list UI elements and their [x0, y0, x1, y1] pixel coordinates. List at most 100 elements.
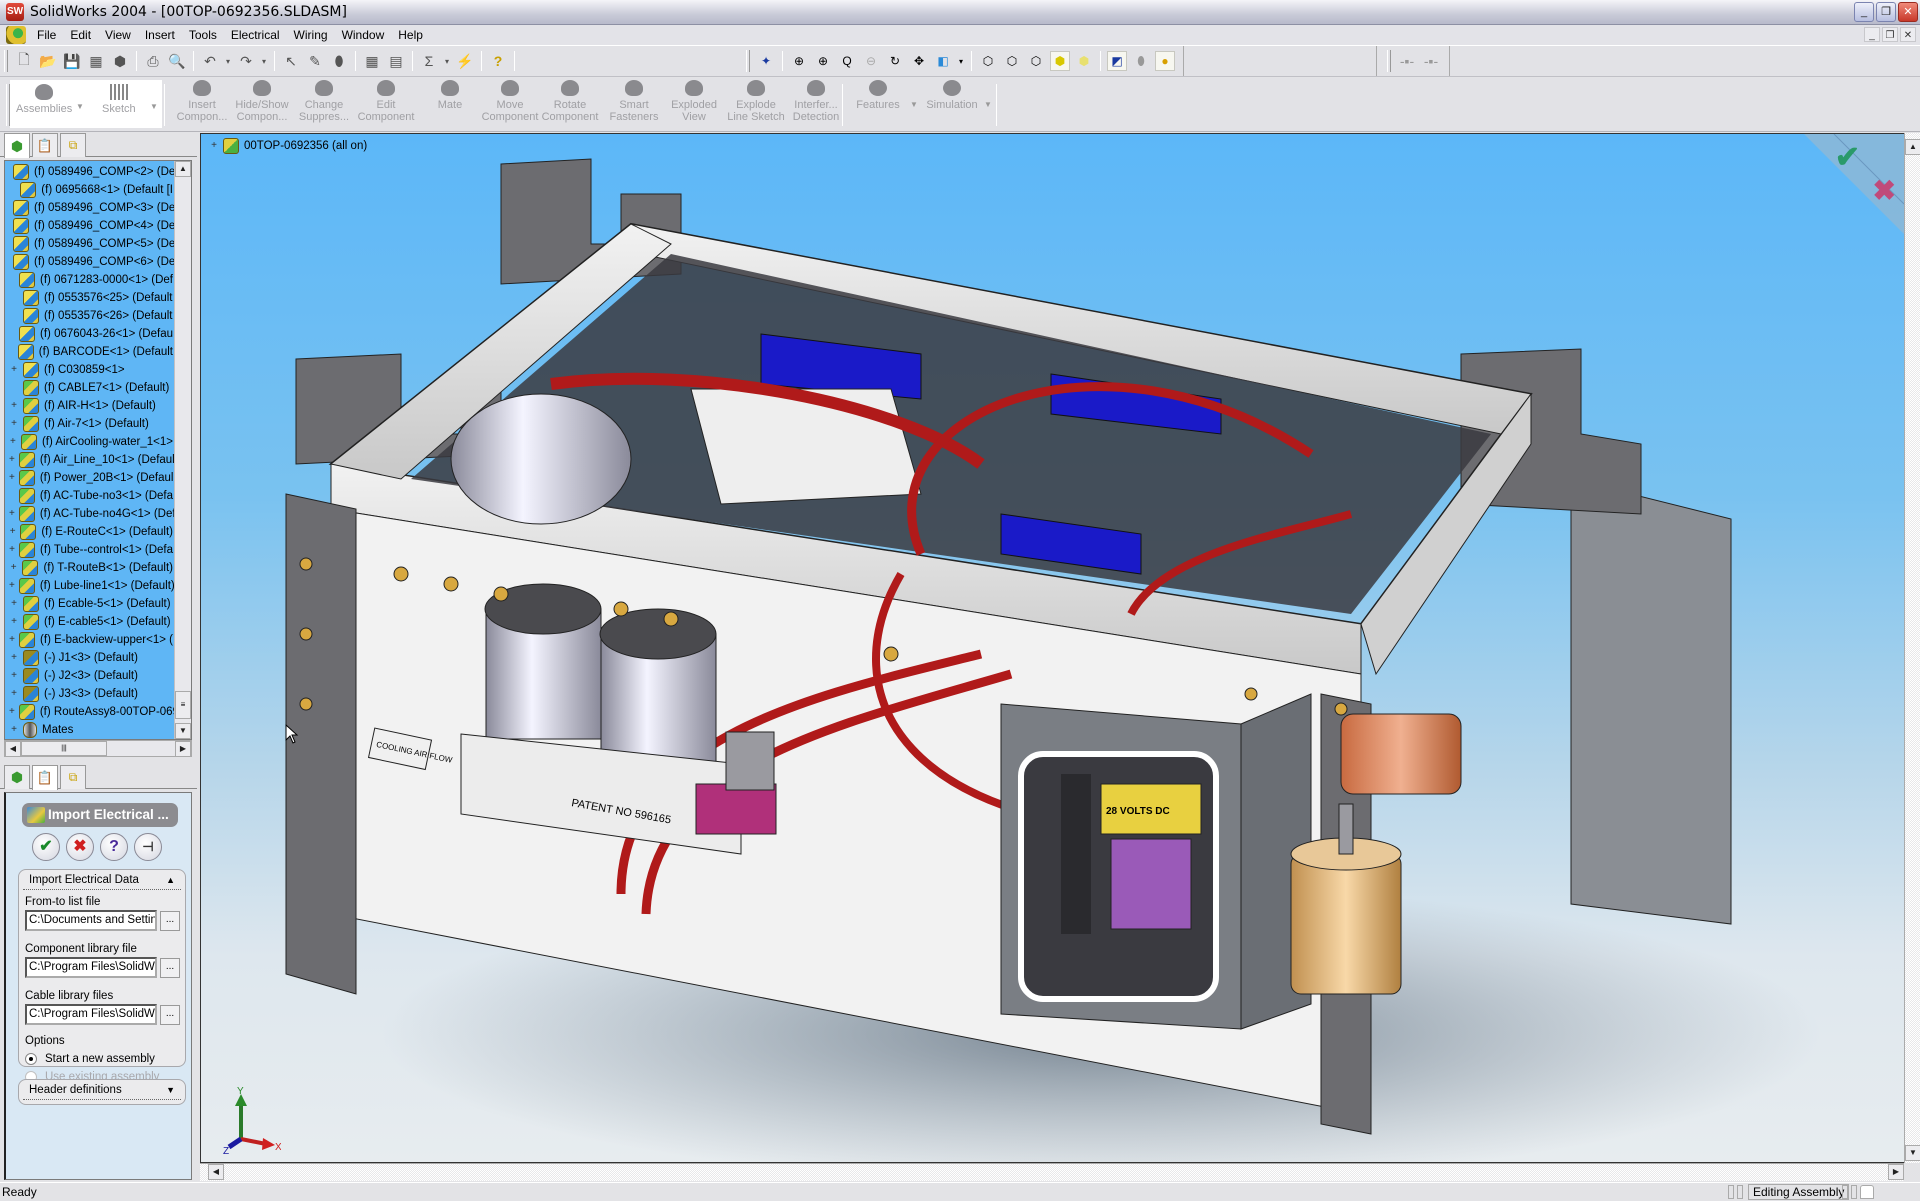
expand-icon[interactable]: +	[9, 725, 19, 735]
tab-featuremanager[interactable]: ⬢	[4, 133, 30, 158]
minimize-button[interactable]: _	[1854, 2, 1874, 22]
restore-button[interactable]: ❐	[1876, 2, 1896, 22]
zoom-in-out-icon[interactable]: Q	[837, 51, 857, 71]
expand-arrow-icon[interactable]: ▼	[166, 1085, 175, 1095]
menu-wiring[interactable]: Wiring	[287, 25, 335, 46]
open-icon[interactable]: 📂	[38, 51, 58, 71]
scroll-right-button[interactable]: ▶	[175, 741, 191, 757]
expand-icon[interactable]: +	[9, 473, 15, 483]
tree-item[interactable]: (f) AC-Tube-no3<1> (Defa	[5, 487, 173, 505]
toolbar-grip[interactable]	[1387, 50, 1391, 72]
select-icon[interactable]: ↖	[281, 51, 301, 71]
expand-icon[interactable]: +	[9, 365, 19, 375]
tree-item[interactable]: + (f) C030859<1>	[5, 361, 173, 379]
tree-item[interactable]: (f) 0589496_COMP<4> (De	[5, 217, 175, 235]
tree-item[interactable]: + (f) AC-Tube-no4G<1> (Def	[5, 505, 176, 523]
cm-tab-assemblies[interactable]: Assemblies	[16, 84, 72, 115]
cm-button-insert[interactable]: Insert Compon...	[172, 80, 232, 123]
doc-restore-button[interactable]: ❐	[1882, 27, 1898, 42]
tree-item[interactable]: + (-) J1<3> (Default)	[5, 649, 173, 667]
make-assembly-icon[interactable]: ⬢	[110, 51, 130, 71]
menu-window[interactable]: Window	[335, 25, 392, 46]
scroll-down-button[interactable]: ▼	[175, 723, 191, 739]
print-preview-icon[interactable]: 🔍	[167, 51, 187, 71]
tab-featuremanager[interactable]: ⬢	[4, 765, 30, 789]
tree-item[interactable]: (f) 0676043-26<1> (Defau	[5, 325, 173, 343]
tree-item[interactable]: + (f) E-RouteC<1> (Default)	[5, 523, 173, 541]
start-new-assembly-radio[interactable]: Start a new assembly	[25, 1053, 185, 1065]
tree-vertical-scrollbar[interactable]: ▲ ≡ ▼	[174, 161, 191, 739]
expand-icon[interactable]: +	[9, 437, 17, 447]
expand-icon[interactable]: +	[9, 689, 19, 699]
tree-item[interactable]: + (f) Air-7<1> (Default)	[5, 415, 173, 433]
tree-item[interactable]: + (f) Power_20B<1> (Defaul	[5, 469, 173, 487]
tab-configurationmanager[interactable]: ⧉	[60, 765, 86, 789]
tree-item[interactable]: (f) 0589496_COMP<5> (De	[5, 235, 175, 253]
wireframe-icon[interactable]: ⬡	[978, 51, 998, 71]
expand-icon[interactable]: +	[9, 509, 15, 519]
tree-item[interactable]: (f) CABLE7<1> (Default)	[5, 379, 173, 397]
tree-item[interactable]: + (f) Lube-line1<1> (Default)	[5, 577, 175, 595]
expand-icon[interactable]: +	[9, 599, 19, 609]
menu-electrical[interactable]: Electrical	[224, 25, 287, 46]
doc-close-button[interactable]: ✕	[1900, 27, 1916, 42]
document-assembly-icon[interactable]	[6, 26, 26, 44]
layer-icon[interactable]: ▤	[386, 51, 406, 71]
solidworks-app-icon[interactable]: SW	[6, 3, 24, 21]
cm-button-smart[interactable]: Smart Fasteners	[604, 80, 664, 123]
close-button[interactable]: ✕	[1898, 2, 1918, 22]
tab-propertymanager[interactable]: 📋	[32, 765, 58, 790]
chevron-down-icon[interactable]: ▼	[984, 100, 992, 109]
shaded-icon[interactable]: ⬢	[1074, 51, 1094, 71]
component-library-input[interactable]: C:\Program Files\SolidWor	[25, 957, 157, 978]
scroll-left-button[interactable]: ◀	[5, 741, 21, 757]
menu-help[interactable]: Help	[391, 25, 430, 46]
tree-item[interactable]: (f) 0553576<26> (Default	[5, 307, 173, 325]
previous-view-icon[interactable]: ✦	[756, 51, 776, 71]
viewport-horizontal-scrollbar[interactable]: ◀ ▶	[200, 1163, 1904, 1181]
toolbar-grip[interactable]	[4, 50, 8, 72]
pin-button[interactable]: ⊣	[134, 833, 162, 861]
equation-icon[interactable]: Σ	[419, 51, 439, 71]
sketch-icon[interactable]: ✎	[305, 51, 325, 71]
expand-icon[interactable]: +	[9, 527, 16, 537]
pan-icon[interactable]: ✥	[909, 51, 929, 71]
new-document-icon[interactable]: 🗋	[14, 51, 34, 71]
graphics-area[interactable]: + 00TOP-0692356 (all on) PATENT NO 59616…	[200, 133, 1905, 1163]
tree-item[interactable]: + (-) J3<3> (Default)	[5, 685, 173, 703]
cable-library-input[interactable]: C:\Program Files\SolidWor	[25, 1004, 157, 1025]
tree-item[interactable]: (f) 0553576<25> (Default	[5, 289, 173, 307]
section-view-icon[interactable]: ⬮	[1131, 51, 1151, 71]
ok-button[interactable]: ✔	[32, 833, 60, 861]
cm-button-rotate[interactable]: Rotate Component	[540, 80, 600, 123]
make-drawing-icon[interactable]: ▦	[86, 51, 106, 71]
realview-icon[interactable]: ●	[1155, 51, 1175, 71]
scroll-right-button[interactable]: ▶	[1888, 1164, 1904, 1180]
tree-item[interactable]: + (f) T-RouteB<1> (Default)	[5, 559, 173, 577]
help-icon[interactable]: ?	[488, 51, 508, 71]
menu-tools[interactable]: Tools	[182, 25, 224, 46]
menu-edit[interactable]: Edit	[63, 25, 98, 46]
zoom-to-fit-icon[interactable]: ⊕	[789, 51, 809, 71]
confirm-cancel-icon[interactable]: ✖	[1873, 174, 1896, 207]
viewport-vertical-scrollbar[interactable]: ▲ ▼	[1904, 133, 1920, 1163]
tree-item[interactable]: + Mates	[5, 721, 173, 739]
expand-icon[interactable]: +	[9, 545, 15, 555]
tree-item[interactable]: + (f) AirCooling-water_1<1>	[5, 433, 173, 451]
tree-item[interactable]: (f) 0695668<1> (Default [I	[5, 181, 173, 199]
zoom-to-selection-icon[interactable]: ⊖	[861, 51, 881, 71]
expand-icon[interactable]: +	[9, 455, 15, 465]
scroll-left-button[interactable]: ◀	[208, 1164, 224, 1180]
selection-filter-icon[interactable]: ⚡	[455, 51, 475, 71]
cm-button-hide-show[interactable]: Hide/Show Compon...	[232, 80, 292, 123]
redo-dropdown-icon[interactable]: ▾	[260, 51, 268, 71]
grid-icon[interactable]: ▦	[362, 51, 382, 71]
toolbar-grip[interactable]	[746, 50, 750, 72]
tree-item[interactable]: (f) BARCODE<1> (Default	[5, 343, 173, 361]
standard-views-dropdown-icon[interactable]: ▾	[957, 51, 965, 71]
cm-button-exploded[interactable]: Exploded View	[664, 80, 724, 123]
from-to-browse-button[interactable]: ...	[160, 910, 180, 931]
cm-tab-sketch[interactable]: Sketch	[102, 84, 136, 115]
smart-dimension-icon[interactable]: ⬮	[329, 51, 349, 71]
group-header[interactable]: Header definitions ▼	[23, 1080, 181, 1100]
